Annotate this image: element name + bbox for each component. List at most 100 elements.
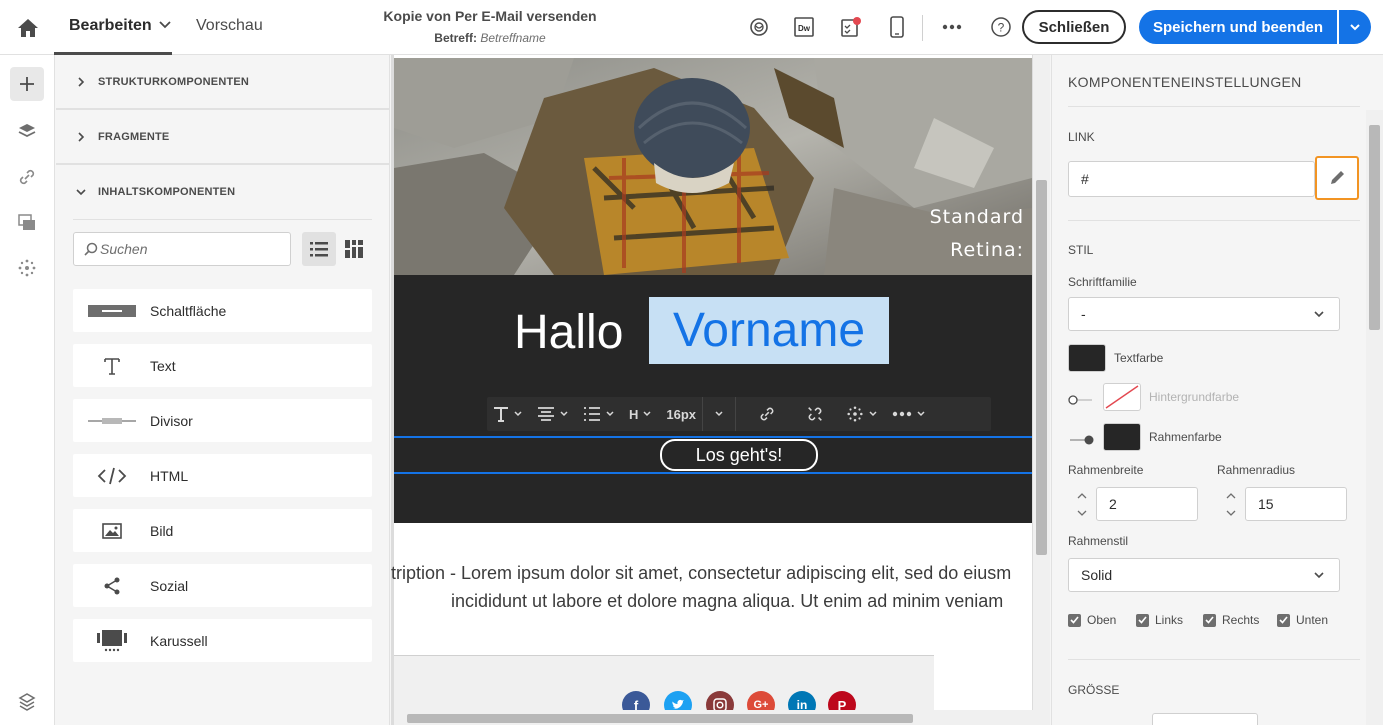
save-options-dropdown[interactable] [1339, 10, 1371, 44]
align-button[interactable] [537, 406, 569, 422]
border-top-checkbox[interactable]: Oben [1068, 613, 1116, 627]
hero-photo [394, 58, 1032, 275]
border-radius-input[interactable]: 15 [1245, 487, 1347, 521]
component-html[interactable]: HTML [73, 454, 372, 497]
style-label: STIL [1068, 243, 1094, 257]
chevron-down-icon [76, 189, 86, 196]
text-color-label: Textfarbe [1114, 351, 1164, 365]
chevron-down-icon[interactable] [156, 16, 174, 34]
dreamweaver-icon[interactable]: Dw [792, 15, 816, 39]
section-label: FRAGMENTE [98, 131, 170, 143]
border-right-checkbox[interactable]: Rechts [1203, 613, 1259, 627]
search-input[interactable]: Suchen [73, 232, 291, 266]
firstname-personalization-field[interactable]: Vorname [649, 297, 889, 364]
border-radius-stepper[interactable]: 15 [1217, 487, 1347, 521]
edit-link-button[interactable] [1315, 156, 1359, 200]
subject-label: Betreff: [434, 31, 477, 45]
search-icon [84, 242, 98, 256]
background-color-toggle[interactable] [1068, 392, 1094, 405]
layers-icon[interactable] [10, 114, 44, 148]
chevron-down-icon[interactable] [1077, 510, 1087, 516]
font-size-dropdown[interactable] [702, 397, 737, 431]
selection-outline-top [394, 436, 1032, 438]
home-icon[interactable] [14, 14, 42, 42]
description-line-2[interactable]: incididunt ut labore et dolore magna ali… [451, 591, 1003, 612]
image-assets-icon[interactable] [10, 205, 44, 239]
checkbox-label: Unten [1296, 613, 1329, 627]
chevron-right-icon [78, 77, 85, 87]
font-family-select[interactable]: - [1068, 297, 1340, 331]
more-options-button[interactable] [892, 409, 926, 419]
grid-view-icon[interactable] [337, 232, 371, 266]
chevron-down-icon[interactable] [1226, 510, 1236, 516]
add-icon[interactable] [10, 67, 44, 101]
link-icon[interactable] [758, 405, 776, 423]
canvas-horizontal-scroll-thumb[interactable] [407, 714, 913, 723]
border-color-swatch[interactable] [1103, 423, 1141, 451]
chevron-down-icon [917, 411, 925, 417]
component-button[interactable]: Schaltfläche [73, 289, 372, 332]
personalization-icon[interactable] [10, 251, 44, 285]
personalize-button[interactable] [846, 405, 878, 423]
search-placeholder: Suchen [100, 241, 148, 257]
component-social[interactable]: Sozial [73, 564, 372, 607]
more-icon[interactable] [940, 15, 964, 39]
bulleted-list-icon [584, 407, 600, 421]
border-width-label: Rahmenbreite [1068, 463, 1144, 477]
component-label: Text [150, 357, 176, 374]
component-text[interactable]: Text [73, 344, 372, 387]
stepper-arrows[interactable] [1217, 487, 1245, 521]
text-icon [73, 357, 150, 375]
component-image[interactable]: Bild [73, 509, 372, 552]
size-input[interactable] [1152, 713, 1258, 725]
border-style-select[interactable]: Solid [1068, 558, 1340, 592]
settings-scroll-thumb[interactable] [1369, 125, 1380, 330]
component-carousel[interactable]: Karussell [73, 619, 372, 662]
text-style-button[interactable] [493, 406, 523, 422]
border-color-toggle[interactable] [1068, 432, 1094, 445]
checkbox-label: Rechts [1222, 613, 1260, 627]
border-width-input[interactable]: 2 [1096, 487, 1198, 521]
emoji-icon[interactable] [747, 15, 771, 39]
stepper-arrows[interactable] [1068, 487, 1096, 521]
border-left-checkbox[interactable]: Links [1136, 613, 1183, 627]
section-structure-components[interactable]: STRUKTURKOMPONENTEN [76, 76, 249, 88]
help-icon[interactable]: ? [989, 15, 1013, 39]
greeting-text[interactable]: Hallo [514, 305, 623, 360]
email-body: Standard Retina: Hallo Vorname H 16px Lo… [391, 55, 1032, 710]
components-panel: STRUKTURKOMPONENTEN FRAGMENTE INHALTSKOM… [56, 55, 390, 725]
component-divider[interactable]: Divisor [73, 399, 372, 442]
stack-icon[interactable] [10, 685, 44, 719]
chevron-up-icon[interactable] [1226, 492, 1236, 499]
list-button[interactable] [583, 406, 615, 422]
link-input[interactable]: # [1068, 161, 1315, 197]
border-width-stepper[interactable]: 2 [1068, 487, 1198, 521]
link-icon[interactable] [10, 160, 44, 194]
section-fragments[interactable]: FRAGMENTE [76, 131, 169, 143]
email-canvas[interactable]: Standard Retina: Hallo Vorname H 16px Lo… [391, 55, 1050, 725]
section-content-components[interactable]: INHALTSKOMPONENTEN [76, 186, 235, 198]
close-button[interactable]: Schließen [1022, 10, 1126, 44]
save-and-exit-button[interactable]: Speichern und beenden [1139, 10, 1337, 44]
document-subject: Betreff: Betreffname [330, 31, 650, 45]
mobile-preview-icon[interactable] [885, 15, 909, 39]
chevron-up-icon[interactable] [1077, 492, 1087, 499]
component-label: Sozial [150, 577, 189, 594]
tab-preview[interactable]: Vorschau [196, 17, 263, 35]
border-bottom-checkbox[interactable]: Unten [1277, 613, 1328, 627]
chevron-down-icon [606, 411, 614, 417]
heading-button[interactable]: H [629, 407, 652, 422]
description-line-1[interactable]: tription - Lorem ipsum dolor sit amet, c… [391, 563, 1011, 584]
more-icon [892, 411, 912, 417]
list-view-icon[interactable] [302, 232, 336, 266]
font-size-value[interactable]: 16px [666, 407, 696, 422]
checklist-icon[interactable] [838, 15, 862, 39]
tab-edit[interactable]: Bearbeiten [69, 17, 152, 35]
hero-image[interactable]: Standard Retina: [394, 58, 1032, 275]
text-format-icon [494, 407, 508, 422]
canvas-vertical-scroll-thumb[interactable] [1036, 180, 1047, 555]
cta-button[interactable]: Los geht's! [660, 439, 818, 471]
unlink-icon[interactable] [806, 405, 824, 423]
text-color-swatch[interactable] [1068, 344, 1106, 372]
background-color-swatch[interactable] [1103, 383, 1141, 411]
